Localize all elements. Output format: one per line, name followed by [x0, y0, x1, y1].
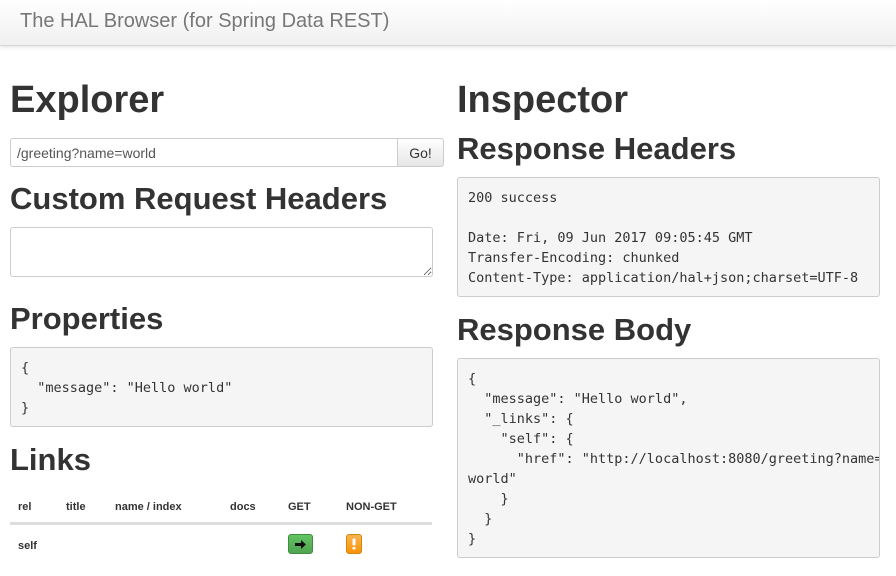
go-button[interactable]: Go! — [397, 138, 444, 167]
links-title: Links — [10, 442, 91, 477]
column-header-name-index: name / index — [115, 501, 182, 513]
exclamation-icon — [352, 538, 356, 550]
arrow-right-icon — [295, 539, 306, 549]
get-button[interactable] — [288, 534, 313, 554]
explorer-title: Explorer — [10, 79, 165, 121]
link-rel: self — [18, 540, 37, 552]
url-input[interactable] — [10, 138, 397, 167]
column-header-rel: rel — [18, 501, 32, 513]
column-header-non-get: NON-GET — [346, 501, 397, 513]
column-header-get: GET — [288, 501, 311, 513]
response-headers-title: Response Headers — [457, 131, 737, 166]
response-body-title: Response Body — [457, 312, 692, 347]
response-body-json: { "message": "Hello world", "_links": { … — [457, 358, 880, 558]
links-table-header: rel title name / index docs GET NON-GET — [10, 490, 432, 524]
app-title[interactable]: The HAL Browser (for Spring Data REST) — [20, 10, 389, 33]
custom-headers-textarea[interactable] — [10, 227, 433, 277]
inspector-title: Inspector — [457, 79, 629, 121]
properties-json: { "message": "Hello world" } — [10, 347, 433, 427]
links-table: rel title name / index docs GET NON-GET … — [10, 490, 432, 568]
column-header-title: title — [66, 501, 86, 513]
top-navbar: The HAL Browser (for Spring Data REST) — [0, 0, 896, 46]
properties-title: Properties — [10, 301, 164, 336]
response-headers-text: 200 success Date: Fri, 09 Jun 2017 09:05… — [457, 177, 880, 297]
table-row: self — [10, 524, 432, 568]
custom-request-headers-title: Custom Request Headers — [10, 181, 388, 216]
column-header-docs: docs — [230, 501, 256, 513]
non-get-button[interactable] — [346, 534, 362, 554]
